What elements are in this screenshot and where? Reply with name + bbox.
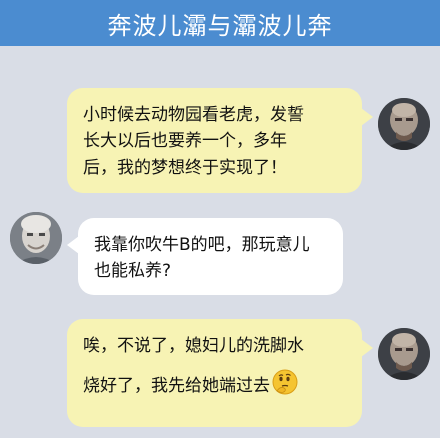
message-line-text: 烧好了，我先给她端过去: [83, 376, 270, 397]
message-bubble-1[interactable]: 小时候去动物园看老虎，发誓 长大以后也要养一个，多年 后，我的梦想终于实现了！: [67, 88, 362, 193]
message-line: 后，我的梦想终于实现了！: [83, 157, 287, 178]
message-line: 小时候去动物园看老虎，发誓: [83, 105, 304, 125]
gray-haired-man-avatar-icon[interactable]: [10, 212, 62, 264]
header-title: 奔波儿灞与灞波儿奔: [107, 11, 333, 40]
bald-man-avatar-icon[interactable]: [378, 98, 430, 150]
message-line: 唉，不说了，媳妇儿的洗脚水: [83, 336, 304, 356]
thinking-face-icon: [272, 369, 298, 403]
bubble-tail: [361, 108, 373, 126]
message-line: 我靠你吹牛B的吧，那玩意儿: [94, 235, 310, 255]
bubble-tail: [67, 236, 79, 254]
bubble-tail: [361, 339, 373, 357]
message-line: 烧好了，我先给她端过去: [83, 369, 346, 403]
message-line: 长大以后也要养一个，多年: [83, 131, 287, 152]
message-bubble-2[interactable]: 我靠你吹牛B的吧，那玩意儿 也能私养?: [78, 218, 343, 295]
title-bar: 奔波儿灞与灞波儿奔: [0, 0, 440, 46]
message-bubble-3[interactable]: 唉，不说了，媳妇儿的洗脚水 烧好了，我先给她端过去: [67, 319, 362, 427]
chat-area[interactable]: 小时候去动物园看老虎，发誓 长大以后也要养一个，多年 后，我的梦想终于实现了！ …: [0, 46, 440, 438]
message-line: 也能私养?: [94, 261, 172, 282]
bald-man-avatar-icon[interactable]: [378, 328, 430, 380]
